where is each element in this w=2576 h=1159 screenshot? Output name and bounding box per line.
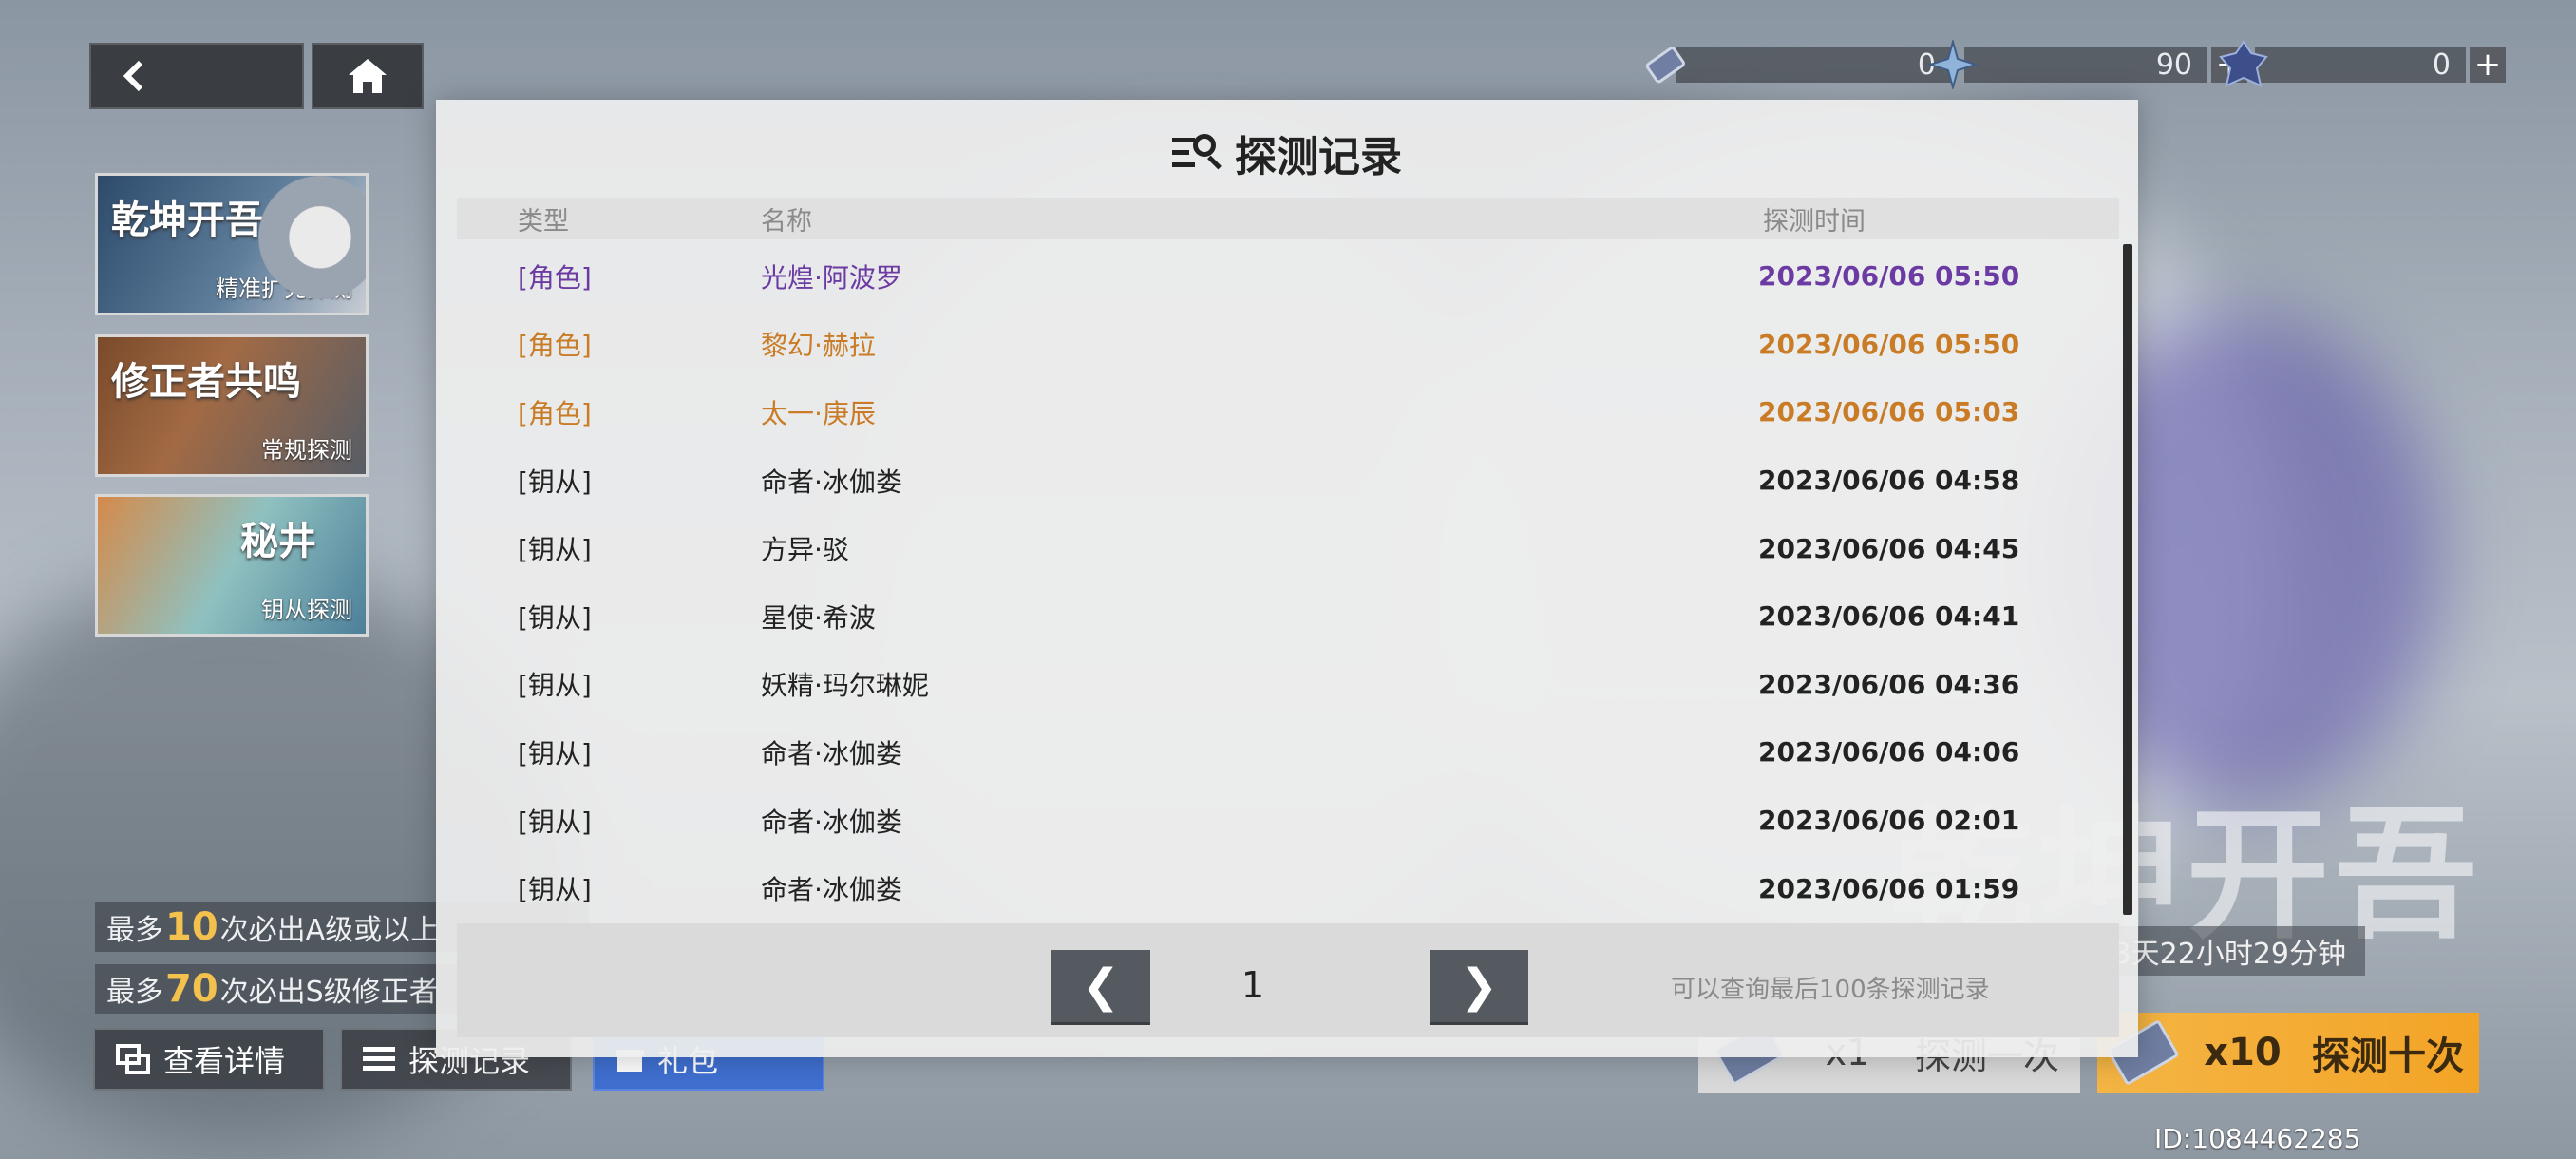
row-name: 太一·庚辰 — [761, 397, 876, 429]
column-time: 探测时间 — [1763, 206, 1866, 237]
row-name: 黎幻·赫拉 — [761, 330, 876, 362]
row-time: 2023/06/06 04:41 — [1758, 600, 2020, 633]
column-name: 名称 — [761, 206, 812, 237]
row-type: [钥从] — [518, 806, 592, 838]
row-type: [钥从] — [518, 737, 592, 770]
table-row: [角色] 太一·庚辰 2023/06/06 05:03 — [457, 378, 2100, 446]
record-scrollbar[interactable] — [2123, 244, 2132, 915]
prev-page-button[interactable]: ❮ — [1051, 950, 1150, 1022]
row-type: [钥从] — [518, 466, 592, 498]
ticket-gem-icon — [1645, 47, 1685, 84]
page-number: 1 — [1241, 964, 1265, 1006]
star-crystal-icon — [1928, 40, 1978, 89]
next-page-button[interactable]: ❯ — [1430, 950, 1528, 1022]
record-list[interactable]: [角色] 光煌·阿波罗 2023/06/06 05:50 [角色] 黎幻·赫拉 … — [457, 242, 2100, 922]
row-time: 2023/06/06 01:59 — [1758, 872, 2020, 904]
row-time: 2023/06/06 04:45 — [1758, 532, 2020, 564]
modal-title: 探测记录 — [1235, 133, 1402, 181]
table-row: [钥从] 命者·冰伽娄 2023/06/06 02:01 — [457, 787, 2100, 855]
row-name: 方异·驳 — [761, 534, 849, 566]
row-name: 妖精·玛尔琳妮 — [761, 670, 929, 702]
row-type: [钥从] — [518, 670, 592, 702]
row-time: 2023/06/06 04:58 — [1758, 465, 2020, 497]
row-type: [钥从] — [518, 534, 592, 566]
row-name: 命者·冰伽娄 — [761, 874, 902, 906]
dark-crystal-icon — [2219, 40, 2268, 87]
table-row: [钥从] 命者·冰伽娄 2023/06/06 04:58 — [457, 446, 2100, 515]
record-search-icon — [1172, 132, 1223, 174]
row-type: [钥从] — [518, 601, 592, 634]
row-name: 星使·希波 — [761, 601, 876, 634]
row-name: 命者·冰伽娄 — [761, 737, 902, 770]
modal-header: 探测记录 — [436, 124, 2138, 181]
row-name: 光煌·阿波罗 — [761, 261, 902, 294]
table-row: [钥从] 命者·冰伽娄 2023/06/06 01:59 — [457, 854, 2100, 922]
detection-record-modal: 探测记录 类型 名称 探测时间 [角色] 光煌·阿波罗 2023/06/06 0… — [436, 100, 2138, 1057]
row-time: 2023/06/06 04:36 — [1758, 668, 2020, 700]
row-name: 命者·冰伽娄 — [761, 806, 902, 838]
row-type: [角色] — [518, 397, 592, 429]
row-time: 2023/06/06 05:50 — [1758, 260, 2020, 293]
row-name: 命者·冰伽娄 — [761, 466, 902, 498]
table-header: 类型 名称 探测时间 — [457, 198, 2119, 239]
table-row: [角色] 黎幻·赫拉 2023/06/06 05:50 — [457, 311, 2100, 379]
row-type: [角色] — [518, 261, 592, 294]
table-row: [钥从] 命者·冰伽娄 2023/06/06 04:06 — [457, 718, 2100, 787]
row-time: 2023/06/06 02:01 — [1758, 805, 2020, 837]
row-type: [角色] — [518, 330, 592, 362]
table-row: [角色] 光煌·阿波罗 2023/06/06 05:50 — [457, 242, 2100, 311]
row-time: 2023/06/06 05:03 — [1758, 396, 2020, 428]
row-time: 2023/06/06 05:50 — [1758, 328, 2020, 360]
table-row: [钥从] 妖精·玛尔琳妮 2023/06/06 04:36 — [457, 651, 2100, 719]
table-row: [钥从] 方异·驳 2023/06/06 04:45 — [457, 514, 2100, 582]
record-limit-hint: 可以查询最后100条探测记录 — [1671, 976, 1990, 1004]
row-type: [钥从] — [518, 874, 592, 906]
column-type: 类型 — [518, 206, 569, 237]
table-row: [钥从] 星使·希波 2023/06/06 04:41 — [457, 582, 2100, 651]
row-time: 2023/06/06 04:06 — [1758, 736, 2020, 769]
